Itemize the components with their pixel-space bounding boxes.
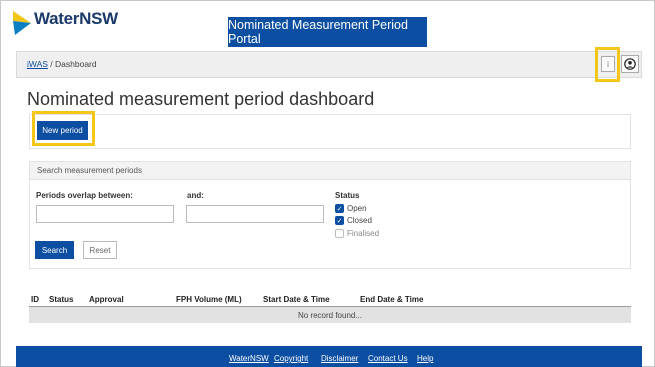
search-panel-heading: Search measurement periods <box>30 162 630 180</box>
status-option-label: Finalised <box>347 229 380 238</box>
breadcrumb-separator: / <box>47 59 56 69</box>
period-from-input[interactable] <box>36 205 174 223</box>
period-to-input[interactable] <box>186 205 324 223</box>
user-icon <box>624 58 636 70</box>
column-header-fph-volume[interactable]: FPH Volume (ML) <box>176 295 242 304</box>
highlight-box-new-period <box>32 111 95 146</box>
and-label: and: <box>187 191 204 200</box>
status-option-label: Open <box>347 204 367 213</box>
search-button[interactable]: Search <box>35 241 74 259</box>
footer-link-disclaimer[interactable]: Disclaimer <box>321 354 358 363</box>
app-frame: WaterNSW Nominated Measurement Period Po… <box>0 0 655 367</box>
footer-link-contact-us[interactable]: Contact Us <box>368 354 408 363</box>
breadcrumb-current: Dashboard <box>55 59 97 69</box>
logo-text: WaterNSW <box>34 9 118 28</box>
waternsw-logo[interactable]: WaterNSW <box>11 5 121 45</box>
footer-link-help[interactable]: Help <box>417 354 433 363</box>
highlight-box-info <box>595 47 620 82</box>
actions-panel <box>29 114 631 149</box>
checkbox-unchecked-icon <box>335 229 344 238</box>
reset-button[interactable]: Reset <box>83 241 117 259</box>
status-checkbox-open[interactable]: ✓ Open <box>335 204 367 213</box>
user-account-button[interactable] <box>621 55 639 73</box>
portal-title-banner: Nominated Measurement Period Portal <box>228 17 427 47</box>
column-header-approval[interactable]: Approval <box>89 295 124 304</box>
column-header-end-date[interactable]: End Date & Time <box>360 295 423 304</box>
column-header-status[interactable]: Status <box>49 295 73 304</box>
status-checkbox-finalised[interactable]: Finalised <box>335 229 379 238</box>
checkbox-checked-icon: ✓ <box>335 204 344 213</box>
status-option-label: Closed <box>347 216 372 225</box>
column-header-id[interactable]: ID <box>31 295 39 304</box>
empty-table-message: No record found... <box>29 307 631 323</box>
footer-link-waternsw[interactable]: WaterNSW <box>229 354 269 363</box>
breadcrumb-link-iwas[interactable]: iWAS <box>27 59 48 69</box>
column-header-start-date[interactable]: Start Date & Time <box>263 295 330 304</box>
status-label: Status <box>335 191 360 200</box>
breadcrumb: iWAS / Dashboard <box>27 59 97 69</box>
breadcrumb-bar: iWAS / Dashboard <box>16 51 642 78</box>
status-checkbox-closed[interactable]: ✓ Closed <box>335 216 372 225</box>
overlap-label: Periods overlap between: <box>36 191 133 200</box>
checkbox-checked-icon: ✓ <box>335 216 344 225</box>
waternsw-logo-icon <box>13 11 31 35</box>
page-title: Nominated measurement period dashboard <box>27 89 375 109</box>
footer-link-copyright[interactable]: Copyright <box>274 354 308 363</box>
